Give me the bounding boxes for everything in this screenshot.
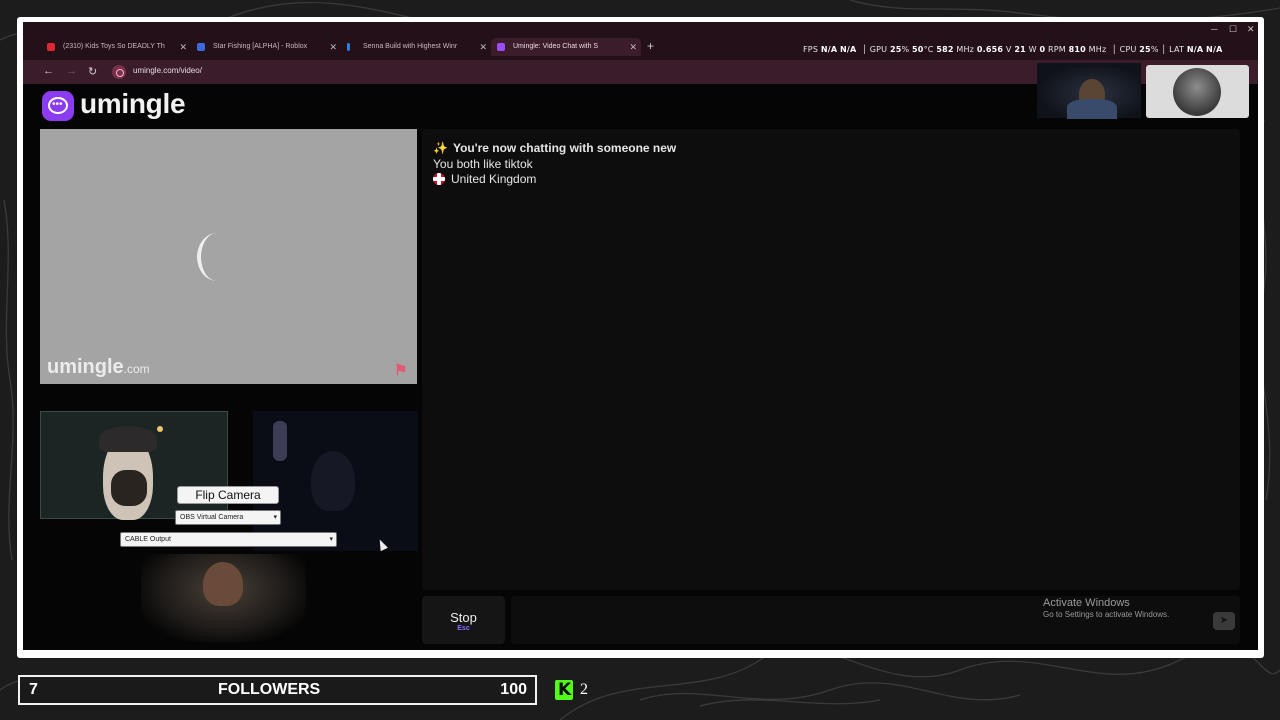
uk-flag-icon <box>433 173 445 185</box>
beanie <box>99 426 157 452</box>
forward-icon[interactable]: → <box>66 65 77 77</box>
browser-tab[interactable]: Senna Build with Highest Winr ✕ <box>341 38 491 56</box>
avatar <box>1173 68 1221 116</box>
follower-goal-bar: 7 FOLLOWERS 100 <box>18 675 537 705</box>
close-tab-icon[interactable]: ✕ <box>179 38 187 56</box>
roblox-icon <box>197 43 205 51</box>
shoulders <box>1067 99 1117 119</box>
beard <box>111 470 147 506</box>
kick-icon <box>555 680 573 700</box>
browser-tab-active[interactable]: Umingle: Video Chat with S ✕ <box>491 38 641 56</box>
kick-count: 2 <box>580 681 588 698</box>
new-tab-icon[interactable]: + <box>647 39 654 53</box>
streamer-avatar-panel <box>1146 65 1249 118</box>
close-tab-icon[interactable]: ✕ <box>329 38 337 56</box>
chat-system-message: You both like tiktok <box>433 157 533 171</box>
activate-windows-notice: Activate Windows Go to Settings to activ… <box>1043 597 1170 619</box>
chevron-down-icon: ▾ <box>329 536 333 543</box>
second-camera-preview <box>253 411 418 551</box>
browser-tab[interactable]: (2310) Kids Toys So DEADLY Th ✕ <box>41 38 191 56</box>
site-icon <box>347 43 350 51</box>
umingle-logo-icon[interactable]: ••• <box>42 91 74 121</box>
maximize-icon[interactable]: ☐ <box>1229 24 1237 35</box>
third-camera-preview <box>141 554 306 642</box>
chevron-down-icon: ▾ <box>273 514 277 521</box>
umingle-tab-icon <box>497 43 505 51</box>
browser-tab[interactable]: Star Fishing [ALPHA] - Roblox ✕ <box>191 38 341 56</box>
tab-title: Star Fishing [ALPHA] - Roblox <box>213 43 308 50</box>
send-icon[interactable]: ➤ <box>1213 612 1235 630</box>
report-icon[interactable]: ⚑ <box>394 361 412 379</box>
video-watermark: umingle.com <box>47 356 150 378</box>
tab-title: (2310) Kids Toys So DEADLY Th <box>63 43 165 50</box>
close-tab-icon[interactable]: ✕ <box>629 38 637 56</box>
lamp-light <box>157 426 163 432</box>
follower-count: 7 <box>29 681 38 698</box>
close-tab-icon[interactable]: ✕ <box>479 38 487 56</box>
chat-system-message: ✨ You're now chatting with someone new <box>433 141 677 155</box>
sparkle-icon: ✨ <box>433 141 448 155</box>
light-source <box>273 421 287 461</box>
youtube-icon <box>47 43 55 51</box>
chat-log: ✨ You're now chatting with someone new Yo… <box>422 129 1240 590</box>
follower-goal-label: FOLLOWERS <box>218 681 321 698</box>
streamer-webcam <box>1037 63 1141 119</box>
url-field[interactable]: umingle.com/video/ <box>133 66 202 75</box>
person-silhouette <box>203 562 243 606</box>
close-window-icon[interactable]: ✕ <box>1247 24 1255 35</box>
flip-camera-button[interactable]: Flip Camera <box>177 486 279 504</box>
browser-tab-bar: (2310) Kids Toys So DEADLY Th ✕ Star Fis… <box>23 22 1258 60</box>
camera-select[interactable]: OBS Virtual Camera ▾ <box>175 510 281 525</box>
audio-output-select[interactable]: CABLE Output ▾ <box>120 532 337 547</box>
umingle-logo-text[interactable]: umingle <box>80 88 186 120</box>
stranger-video: umingle.com ⚑ <box>40 129 417 384</box>
reload-icon[interactable]: ↻ <box>88 65 97 78</box>
site-info-icon[interactable] <box>112 65 126 79</box>
loading-spinner-icon <box>197 233 237 281</box>
tab-title: Senna Build with Highest Winr <box>363 43 458 50</box>
minimize-icon[interactable]: ─ <box>1211 24 1217 34</box>
performance-overlay: FPS N/A N/A │ GPU 25% 50°C 582 MHz 0.656… <box>803 45 1223 54</box>
stop-button[interactable]: Stop Esc <box>422 596 505 644</box>
back-icon[interactable]: ← <box>43 65 54 77</box>
chat-system-message: United Kingdom <box>433 172 536 186</box>
follower-goal-target: 100 <box>500 681 527 698</box>
tab-title: Umingle: Video Chat with S <box>513 43 599 50</box>
person-silhouette <box>311 451 355 511</box>
